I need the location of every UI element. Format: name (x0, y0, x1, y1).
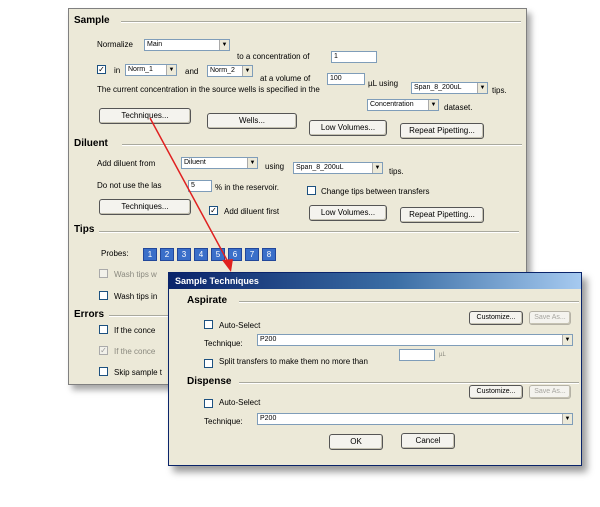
dialog-title: Sample Techniques (169, 273, 581, 289)
aspirate-technique-value: P200 (260, 336, 277, 343)
aspirate-technique-label: Technique: (204, 339, 243, 348)
arrow-head-icon (222, 259, 233, 272)
dispense-technique-select[interactable]: P200 ▼ (257, 413, 573, 425)
aspirate-save-as-button[interactable]: Save As... (529, 311, 571, 325)
aspirate-auto-select-checkbox[interactable] (204, 320, 213, 329)
aspirate-customize-button[interactable]: Customize... (469, 311, 523, 325)
aspirate-auto-select-label: Auto-Select (219, 321, 261, 330)
dispense-customize-button[interactable]: Customize... (469, 385, 523, 399)
split-unit-label: µL (439, 352, 446, 358)
dispense-technique-label: Technique: (204, 417, 243, 426)
dispense-heading: Dispense (187, 376, 232, 387)
chevron-down-icon: ▼ (562, 414, 572, 424)
dispense-technique-value: P200 (260, 415, 277, 422)
dispense-auto-select-label: Auto-Select (219, 398, 261, 407)
divider (239, 301, 579, 303)
cancel-button[interactable]: Cancel (401, 433, 455, 449)
dispense-auto-select-checkbox[interactable] (204, 399, 213, 408)
chevron-down-icon: ▼ (562, 335, 572, 345)
dispense-save-as-button[interactable]: Save As... (529, 385, 571, 399)
split-transfers-label: Split transfers to make them no more tha… (219, 357, 368, 366)
aspirate-technique-select[interactable]: P200 ▼ (257, 334, 573, 346)
aspirate-heading: Aspirate (187, 295, 228, 306)
ok-button[interactable]: OK (329, 434, 383, 450)
split-volume-input[interactable] (399, 349, 435, 361)
sample-techniques-dialog: Sample Techniques Aspirate Auto-Select C… (168, 272, 582, 466)
split-transfers-checkbox[interactable] (204, 359, 213, 368)
arrow-line (149, 117, 229, 263)
divider (239, 382, 579, 384)
